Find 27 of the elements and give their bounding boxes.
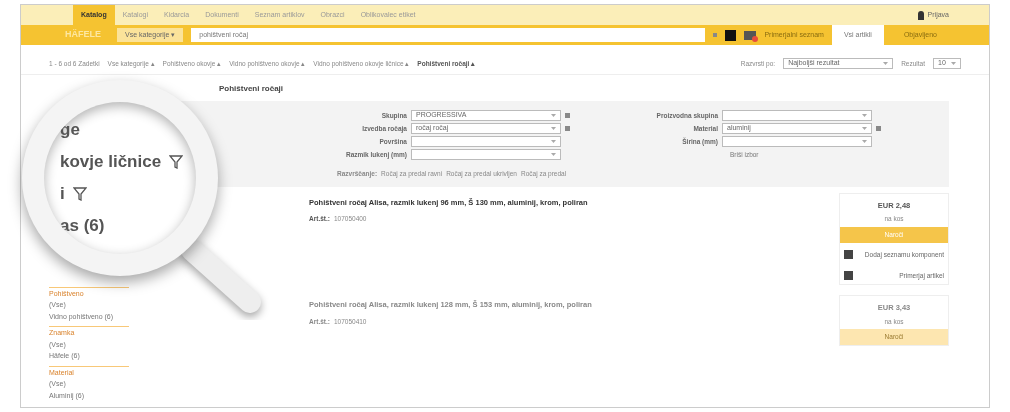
logo: HÄFELE xyxy=(65,28,102,42)
caret-icon xyxy=(883,62,889,65)
caret-icon xyxy=(862,114,867,117)
filter-icon xyxy=(169,155,184,169)
filter-select[interactable] xyxy=(411,136,561,147)
search-button[interactable] xyxy=(725,29,737,41)
filter-icon xyxy=(72,187,87,201)
magnified-text: i xyxy=(60,183,65,206)
clear-icon[interactable] xyxy=(565,113,570,118)
filter-select[interactable] xyxy=(722,136,872,147)
caret-icon xyxy=(862,140,867,143)
caret-icon xyxy=(551,127,556,130)
caret-icon xyxy=(551,140,556,143)
clear-icon[interactable] xyxy=(565,126,570,131)
filter-select[interactable] xyxy=(722,110,872,121)
magnified-text: ge xyxy=(60,119,80,142)
caret-icon xyxy=(551,114,556,117)
page-heading: Pohištveni ročaji xyxy=(219,83,285,95)
caret-icon xyxy=(862,127,867,130)
filter-select[interactable] xyxy=(411,149,561,160)
clear-icon[interactable] xyxy=(713,33,718,37)
caret-icon xyxy=(951,62,956,65)
compare-icon xyxy=(744,30,757,40)
caret-icon xyxy=(551,153,556,156)
clear-icon[interactable] xyxy=(876,126,881,131)
user-icon xyxy=(917,10,924,20)
magnified-text: kovje ličnice xyxy=(60,151,162,174)
